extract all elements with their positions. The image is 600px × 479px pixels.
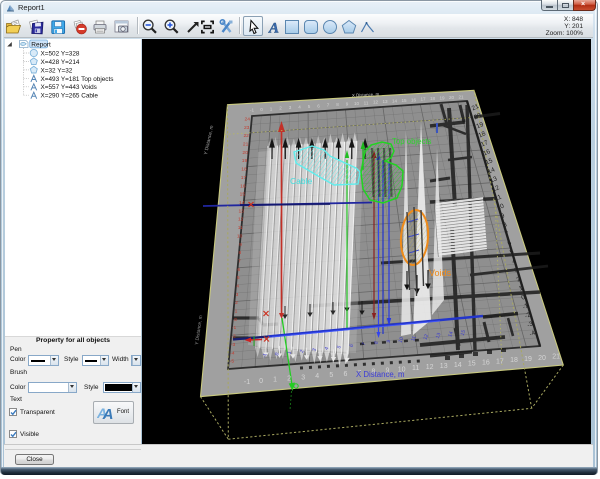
svg-text:7: 7: [238, 258, 241, 264]
svg-text:9: 9: [239, 242, 242, 248]
svg-text:13: 13: [440, 363, 448, 370]
svg-text:16: 16: [240, 183, 246, 189]
svg-text:16: 16: [482, 359, 490, 366]
svg-text:12: 12: [373, 100, 379, 105]
svg-text:14: 14: [454, 362, 462, 369]
svg-text:-3: -3: [231, 342, 236, 348]
svg-text:12: 12: [426, 364, 434, 371]
svg-text:Voids: Voids: [429, 268, 452, 278]
svg-text:2: 2: [279, 106, 282, 111]
svg-text:15: 15: [468, 361, 476, 368]
svg-text:18: 18: [430, 96, 436, 101]
svg-text:23: 23: [244, 125, 250, 131]
svg-text:17: 17: [496, 358, 504, 365]
svg-text:17: 17: [241, 175, 247, 181]
svg-text:19: 19: [439, 96, 445, 101]
svg-text:11: 11: [238, 225, 243, 231]
svg-text:8: 8: [336, 102, 339, 107]
svg-text:4: 4: [236, 284, 239, 290]
svg-text:9: 9: [346, 102, 349, 107]
svg-text:5: 5: [308, 104, 311, 109]
svg-text:0: 0: [260, 107, 263, 112]
svg-text:24: 24: [245, 117, 251, 123]
svg-text:10: 10: [354, 101, 360, 106]
svg-text:-1: -1: [232, 325, 237, 331]
svg-text:X=32 Y=32: X=32 Y=32: [41, 67, 73, 74]
svg-text:2: 2: [235, 300, 238, 306]
svg-text:21: 21: [458, 94, 464, 99]
svg-text:22: 22: [243, 133, 249, 139]
svg-text:4: 4: [315, 373, 319, 380]
svg-text:1: 1: [235, 309, 238, 315]
svg-text:A: A: [268, 21, 279, 36]
svg-text:17: 17: [420, 97, 426, 102]
svg-text:6: 6: [317, 103, 320, 108]
svg-text:11: 11: [412, 365, 419, 372]
svg-text:6: 6: [343, 371, 347, 378]
svg-text:-2: -2: [231, 334, 236, 340]
svg-text:X=290 Y=265 Cable: X=290 Y=265 Cable: [41, 93, 99, 100]
svg-text:1: 1: [270, 106, 273, 111]
svg-text:12: 12: [238, 217, 244, 223]
svg-text:11: 11: [364, 100, 369, 105]
svg-text:4: 4: [298, 105, 301, 110]
svg-text:1: 1: [273, 377, 277, 384]
svg-text:20: 20: [242, 150, 248, 156]
svg-text:3: 3: [301, 374, 305, 381]
svg-text:21: 21: [243, 142, 249, 148]
svg-text:0: 0: [234, 317, 237, 323]
svg-text:A: A: [102, 406, 114, 421]
svg-text:-1: -1: [250, 108, 255, 113]
svg-text:13: 13: [238, 208, 244, 214]
svg-text:16: 16: [411, 97, 417, 102]
svg-text:3: 3: [289, 105, 292, 110]
svg-text:15: 15: [240, 192, 246, 198]
svg-text:X=502 Y=328: X=502 Y=328: [41, 50, 80, 57]
svg-text:14: 14: [239, 200, 245, 206]
svg-text:Cable: Cable: [290, 176, 312, 186]
svg-text:X=493 Y=181 Top objects: X=493 Y=181 Top objects: [41, 76, 114, 83]
svg-text:2: 2: [287, 376, 291, 383]
svg-text:20: 20: [449, 95, 455, 100]
svg-text:13: 13: [382, 99, 388, 104]
svg-text:0: 0: [259, 378, 263, 385]
svg-text:X Distance, m: X Distance, m: [356, 370, 405, 379]
svg-text:3: 3: [236, 292, 239, 298]
svg-text:8: 8: [238, 250, 241, 256]
svg-text:-4: -4: [230, 350, 235, 356]
svg-text:14: 14: [392, 99, 398, 104]
svg-text:19: 19: [524, 356, 532, 363]
svg-text:7: 7: [327, 103, 330, 108]
svg-text:-5: -5: [230, 359, 235, 365]
svg-text:18: 18: [510, 357, 518, 364]
svg-text:5: 5: [329, 372, 333, 379]
svg-text:6: 6: [237, 267, 240, 273]
svg-text:Report: Report: [31, 42, 51, 49]
svg-text:20: 20: [538, 355, 546, 362]
svg-text:Top objects: Top objects: [392, 137, 432, 146]
svg-text:19: 19: [242, 158, 248, 164]
svg-text:X=557 Y=443 Voids: X=557 Y=443 Voids: [41, 84, 97, 91]
svg-text:-1: -1: [244, 379, 250, 386]
svg-text:X=428 Y=214: X=428 Y=214: [41, 59, 80, 66]
svg-text:18: 18: [241, 167, 247, 173]
svg-text:21: 21: [552, 354, 560, 361]
svg-text:10: 10: [237, 233, 243, 239]
svg-text:15: 15: [401, 98, 407, 103]
svg-text:5: 5: [237, 275, 240, 281]
